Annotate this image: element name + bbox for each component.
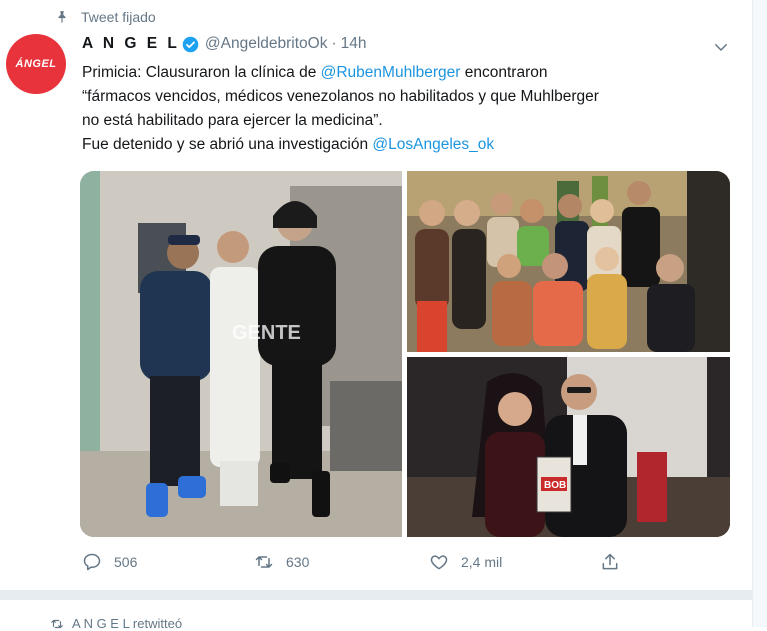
chevron-down-icon[interactable] bbox=[712, 38, 730, 56]
timeline-divider bbox=[0, 590, 752, 600]
author-handle[interactable]: @AngeldebritoOk bbox=[205, 35, 328, 53]
retweeted-by-label: A N G E L retwitteó bbox=[72, 616, 183, 631]
action-bar: 506 630 2,4 mil bbox=[82, 552, 642, 576]
avatar[interactable]: ÁNGEL bbox=[6, 34, 66, 94]
retweet-icon bbox=[255, 556, 273, 568]
retweeted-by-indicator: A N G E L retwitteó bbox=[50, 616, 182, 631]
tweet-timestamp[interactable]: 14h bbox=[341, 35, 367, 53]
retweet-small-icon bbox=[51, 619, 63, 628]
text-line4-pre: Fue detenido y se abrió una investigació… bbox=[82, 136, 373, 153]
pinned-indicator: Tweet fijado bbox=[55, 9, 156, 25]
tweet-text: Primicia: Clausuraron la clínica de @Rub… bbox=[82, 61, 742, 157]
retweet-button[interactable]: 630 bbox=[254, 552, 309, 572]
share-button[interactable] bbox=[600, 552, 632, 572]
pin-icon bbox=[58, 11, 66, 23]
text-line1-pre: Primicia: Clausuraron la clínica de bbox=[82, 64, 321, 81]
photo-1-illustration: GENTE bbox=[80, 171, 402, 537]
reply-count: 506 bbox=[114, 554, 138, 570]
photo-3[interactable]: BOB bbox=[407, 357, 730, 537]
share-icon bbox=[602, 553, 618, 570]
header-separator: · bbox=[331, 35, 337, 52]
like-button[interactable]: 2,4 mil bbox=[429, 552, 502, 572]
avatar-logo-text: ÁNGEL bbox=[15, 58, 57, 70]
photo-2[interactable] bbox=[407, 171, 730, 352]
photo-3-illustration: BOB bbox=[407, 357, 730, 537]
like-count: 2,4 mil bbox=[461, 554, 503, 570]
mention-link-2[interactable]: @LosAngeles_ok bbox=[372, 136, 494, 153]
text-line3: no está habilitado para ejercer la medic… bbox=[82, 112, 383, 129]
reply-button[interactable]: 506 bbox=[82, 552, 137, 572]
book-cover-text: BOB bbox=[544, 480, 566, 491]
photo-2-illustration bbox=[407, 171, 730, 352]
scrollbar-track[interactable] bbox=[752, 0, 767, 627]
photo-grid: GENTE BOB bbox=[80, 171, 730, 537]
reply-icon bbox=[83, 553, 101, 571]
text-line1-post: encontraron bbox=[460, 64, 548, 81]
photo-1[interactable]: GENTE bbox=[80, 171, 402, 537]
heart-icon bbox=[430, 555, 448, 570]
photo-watermark: GENTE bbox=[232, 322, 301, 344]
author-name[interactable]: A N G E L bbox=[82, 35, 180, 53]
pinned-label: Tweet fijado bbox=[81, 9, 156, 25]
tweet-card[interactable]: Tweet fijado ÁNGEL A N G E L @Angeldebri… bbox=[0, 0, 752, 590]
mention-link-1[interactable]: @RubenMuhlberger bbox=[321, 64, 461, 81]
retweet-count: 630 bbox=[286, 554, 310, 570]
verified-badge-icon bbox=[182, 36, 199, 52]
tweet-header: A N G E L @AngeldebritoOk · 14h bbox=[82, 35, 367, 53]
text-line2: “fármacos vencidos, médicos venezolanos … bbox=[82, 88, 599, 105]
